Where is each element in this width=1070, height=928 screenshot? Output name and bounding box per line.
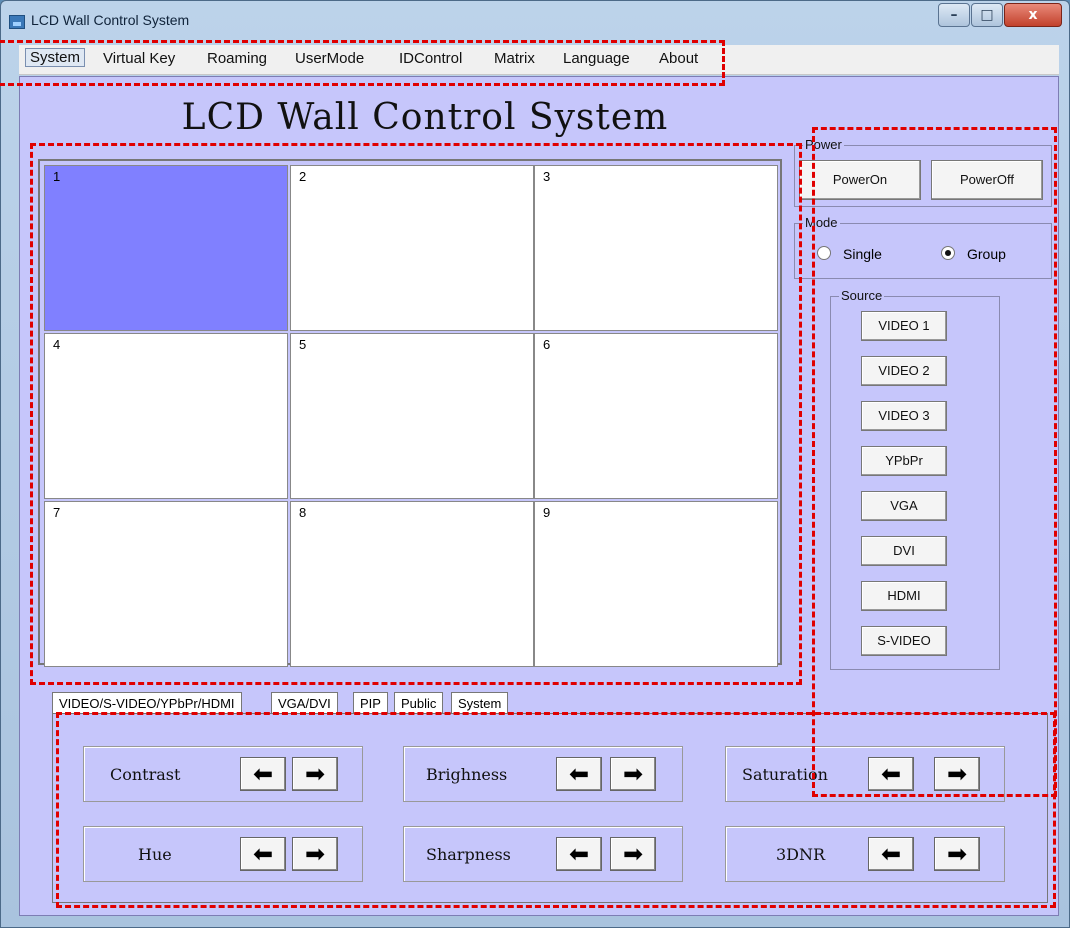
maximize-icon[interactable]: □ — [971, 3, 1003, 27]
tab-system[interactable]: System — [451, 692, 509, 714]
annotation-menu-highlight — [0, 40, 725, 86]
annotation-tab-panel-highlight — [56, 712, 1056, 908]
window-title: LCD Wall Control System — [31, 12, 190, 28]
app-icon — [9, 15, 25, 29]
title-bar[interactable]: LCD Wall Control System – □ x — [1, 1, 1069, 45]
annotation-side-panel-highlight — [812, 127, 1057, 797]
annotation-grid-highlight — [30, 143, 802, 685]
tab-public[interactable]: Public — [394, 692, 444, 714]
close-icon[interactable]: x — [1004, 3, 1062, 27]
tab-vga-dvi[interactable]: VGA/DVI — [271, 692, 338, 714]
page-title: LCD Wall Control System — [181, 97, 669, 138]
tab-video[interactable]: VIDEO/S-VIDEO/YPbPr/HDMI — [52, 692, 242, 714]
tab-pip[interactable]: PIP — [353, 692, 388, 714]
minimize-icon[interactable]: – — [938, 3, 970, 27]
